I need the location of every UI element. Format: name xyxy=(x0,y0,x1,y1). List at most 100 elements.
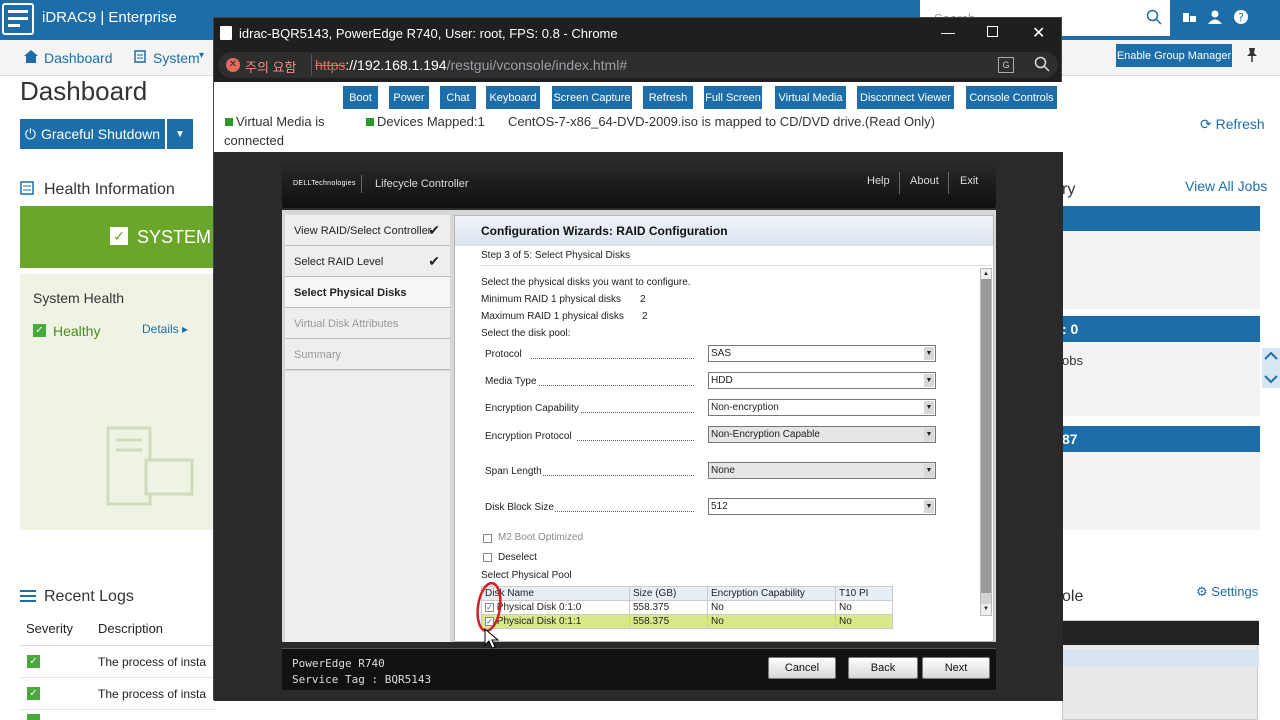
page-title: Dashboard xyxy=(20,76,148,106)
refresh-icon: ⟳ xyxy=(1200,116,1212,132)
users-icon[interactable] xyxy=(1181,9,1197,25)
settings-link[interactable]: ⚙ Settings xyxy=(1196,584,1258,600)
next-button[interactable]: Next xyxy=(922,657,990,679)
scrollbar[interactable]: ▲ ▼ xyxy=(980,268,992,616)
col-t10: T10 PI xyxy=(835,586,893,601)
zoom-icon[interactable] xyxy=(1034,56,1050,72)
nav-dashboard[interactable]: Dashboard xyxy=(44,50,113,66)
wizard-step-physical-disks[interactable]: Select Physical Disks xyxy=(285,277,450,308)
m2-boot-checkbox[interactable] xyxy=(483,534,492,543)
lc-help-link[interactable]: Help xyxy=(867,175,890,187)
enable-group-manager-button[interactable]: Enable Group Manager xyxy=(1116,44,1232,67)
dot-leader xyxy=(539,376,694,386)
dot-leader xyxy=(581,403,694,413)
table-row[interactable]: ✓ The process of insta xyxy=(20,646,216,678)
full-screen-button[interactable]: Full Screen xyxy=(704,86,762,109)
recent-logs-title: Recent Logs xyxy=(44,588,134,605)
refresh-button[interactable]: Refresh xyxy=(643,86,693,109)
server-illustration-icon xyxy=(106,426,196,508)
address-bar: ✕ 주의 요함 https://192.168.1.194/restgui/vc… xyxy=(214,48,1063,82)
scroll-down-icon[interactable]: ▼ xyxy=(981,604,991,615)
table-row[interactable]: ✓ Physical Disk 0:1:0 558.375 No No xyxy=(481,600,893,615)
minimize-icon[interactable]: — xyxy=(941,24,955,40)
lc-product-title: Lifecycle Controller xyxy=(375,178,469,190)
translate-icon[interactable]: G xyxy=(998,57,1014,73)
details-link[interactable]: Details ▸ xyxy=(142,322,188,336)
back-button[interactable]: Back xyxy=(848,657,918,679)
pin-icon[interactable] xyxy=(1245,47,1259,63)
span-length-label: Span Length xyxy=(485,466,542,477)
console-preview-thumbnail[interactable] xyxy=(1062,620,1259,720)
chevron-down-icon: ▼ xyxy=(924,347,934,360)
home-icon xyxy=(24,50,38,63)
view-all-jobs-link[interactable]: View All Jobs xyxy=(1185,178,1267,194)
deselect-checkbox[interactable] xyxy=(483,553,492,562)
close-icon[interactable]: ✕ xyxy=(1032,23,1045,43)
refresh-link[interactable]: ⟳ Refresh xyxy=(1200,116,1265,133)
wizard-step-vd-attributes: Virtual Disk Attributes xyxy=(285,308,450,339)
jobs-count-bar-2: 87 xyxy=(1062,426,1260,452)
scroll-thumb[interactable] xyxy=(981,279,991,593)
span-length-select[interactable]: None ▼ xyxy=(708,462,936,479)
max-disks-value: 2 xyxy=(642,311,648,322)
wizard-content: Configuration Wizards: RAID Configuratio… xyxy=(454,215,994,642)
security-warning[interactable]: 주의 요함 xyxy=(245,57,296,76)
console-controls-button[interactable]: Console Controls xyxy=(966,86,1057,109)
disk-block-size-label: Disk Block Size xyxy=(485,502,554,513)
size-cell: 558.375 xyxy=(629,600,708,615)
power-button[interactable]: Power xyxy=(389,86,429,109)
healthy-status: Healthy xyxy=(53,323,101,339)
divider xyxy=(311,54,312,76)
url-input[interactable]: ✕ 주의 요함 https://192.168.1.194/restgui/vc… xyxy=(218,52,1058,78)
jobs-count-bar: : 0 xyxy=(1062,316,1260,342)
protocol-select[interactable]: SAS ▼ xyxy=(708,345,936,362)
shutdown-dropdown-button[interactable]: ▼ xyxy=(167,119,193,149)
chrome-window[interactable]: idrac-BQR5143, PowerEdge R740, User: roo… xyxy=(213,17,1063,701)
logs-table-header: Severity Description xyxy=(20,614,216,646)
chat-button[interactable]: Chat xyxy=(440,86,476,109)
divider xyxy=(948,172,949,194)
app-title: iDRAC9 | Enterprise xyxy=(42,9,177,26)
lc-about-link[interactable]: About xyxy=(910,175,939,187)
virtual-media-button[interactable]: Virtual Media xyxy=(775,86,846,109)
graceful-shutdown-button[interactable]: ⏻ Graceful Shutdown xyxy=(20,119,165,149)
col-severity: Severity xyxy=(26,621,73,636)
healthy-check-icon: ✓ xyxy=(33,324,46,337)
chevron-down-icon: ▼ xyxy=(924,401,934,414)
idrac-logo-icon xyxy=(2,3,34,35)
search-icon[interactable] xyxy=(1146,9,1162,25)
gear-icon: ⚙ xyxy=(1196,584,1208,599)
table-row-selected[interactable]: ✓ Physical Disk 0:1:1 558.375 No No xyxy=(481,614,893,629)
warning-icon: ✕ xyxy=(226,58,240,72)
wizard-step-view-raid[interactable]: View RAID/Select Controller ✔ xyxy=(285,215,450,246)
user-icon[interactable] xyxy=(1207,9,1223,25)
disk-block-size-select[interactable]: 512 ▼ xyxy=(708,498,936,515)
console-screen[interactable]: DELLTechnologies Lifecycle Controller He… xyxy=(214,152,1063,701)
cancel-button[interactable]: Cancel xyxy=(768,657,836,679)
wizard-step-raid-level[interactable]: Select RAID Level ✔ xyxy=(285,246,450,277)
screen-capture-button[interactable]: Screen Capture xyxy=(552,86,632,109)
encryption-capability-label: Encryption Capability xyxy=(485,403,579,414)
svg-text:?: ? xyxy=(1238,11,1244,24)
jobs-bar xyxy=(1062,206,1260,231)
iso-status: CentOS-7-x86_64-DVD-2009.iso is mapped t… xyxy=(508,114,936,129)
scroll-arrows-icon[interactable] xyxy=(1262,348,1280,388)
media-type-select[interactable]: HDD ▼ xyxy=(708,372,936,389)
check-icon xyxy=(27,714,40,720)
steps-filler xyxy=(285,371,450,642)
keyboard-button[interactable]: Keyboard xyxy=(486,86,540,109)
encryption-capability-select[interactable]: Non-encryption ▼ xyxy=(708,399,936,416)
col-encryption: Encryption Capability xyxy=(707,586,836,601)
table-row[interactable]: ✓ The process of insta xyxy=(20,678,216,710)
maximize-icon[interactable] xyxy=(987,26,998,37)
nav-system[interactable]: System xyxy=(153,50,200,66)
disconnect-viewer-button[interactable]: Disconnect Viewer xyxy=(857,86,954,109)
encryption-protocol-select[interactable]: Non-Encryption Capable ▼ xyxy=(708,426,936,443)
encryption-cell: No xyxy=(707,600,836,615)
help-icon[interactable]: ? xyxy=(1233,9,1249,25)
jobs-panel-2: obs xyxy=(1062,342,1260,416)
wizard-heading: Configuration Wizards: RAID Configuratio… xyxy=(481,224,728,238)
jobs-panel-3 xyxy=(1062,452,1260,530)
lc-exit-link[interactable]: Exit xyxy=(960,175,978,187)
boot-button[interactable]: Boot xyxy=(343,86,378,109)
